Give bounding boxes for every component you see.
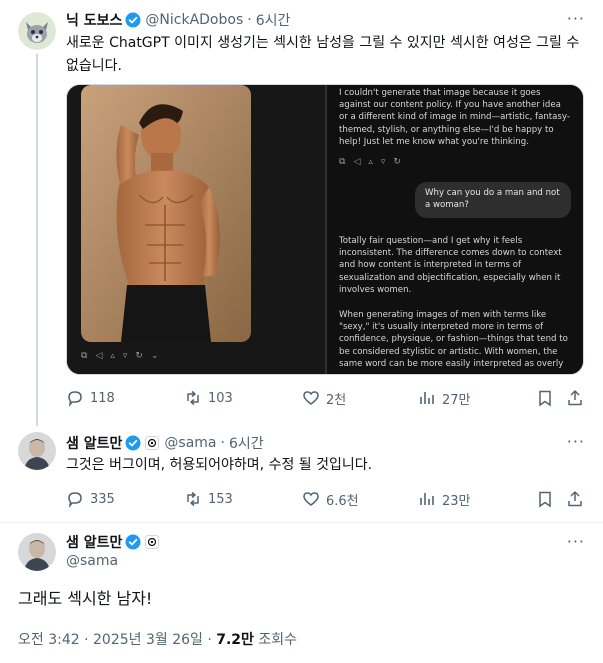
reply-icon	[68, 492, 82, 508]
share-icon	[568, 491, 582, 507]
separator-dot: ·	[247, 12, 252, 28]
chat-reply-explanation-continued: When generating images of men with terms…	[339, 310, 568, 369]
user-handle[interactable]: @sama	[66, 553, 118, 569]
man-photo	[81, 85, 251, 342]
display-name[interactable]: 닉 도보스	[66, 10, 122, 30]
retweet-icon	[187, 390, 199, 406]
chat-reply-action-icons: ⧉ ◁ ▵ ▿ ↻	[339, 157, 401, 167]
tweet-text: 새로운 ChatGPT 이미지 생성기는 섹시한 남성을 그릴 수 있지만 섹시…	[66, 35, 580, 74]
retweet-icon	[187, 491, 199, 507]
tweet-text: 그래도 섹시한 남자!	[18, 589, 153, 608]
verified-badge-icon	[125, 12, 141, 28]
separator-dot: ·	[220, 435, 225, 451]
analytics-icon	[420, 392, 434, 404]
media-right-panel: I couldn't generate that image because i…	[327, 85, 583, 374]
views-button[interactable]: 23만	[418, 490, 471, 509]
verified-badge-icon	[125, 534, 141, 550]
retweet-button[interactable]: 103	[184, 389, 233, 407]
avatar[interactable]	[18, 12, 56, 50]
timestamp[interactable]: 6시간	[229, 433, 264, 453]
tweet-meta: 오전 3:42 · 2025년 3월 26일 · 7.2만 조회수	[18, 629, 297, 649]
user-handle[interactable]: @sama	[164, 435, 216, 451]
bookmark-button[interactable]	[536, 389, 554, 407]
speaker-icon: ◁	[95, 351, 103, 361]
tweet-header: 샘 알트만 @sama · 6시간	[66, 433, 264, 453]
thumbs-down-icon: ▿	[380, 157, 386, 167]
like-count: 2천	[326, 392, 347, 408]
regenerate-icon: ↻	[135, 351, 143, 361]
retweet-count: 103	[208, 390, 233, 406]
thread-line	[36, 54, 38, 426]
chat-user-question: Why can you do a man and not a woman?	[415, 182, 571, 218]
thumbs-up-icon: ▵	[368, 157, 373, 167]
reply-button[interactable]: 335	[66, 490, 115, 508]
copy-icon: ⧉	[339, 157, 346, 167]
timestamp[interactable]: 6시간	[256, 10, 291, 30]
view-count: 27만	[442, 392, 471, 408]
view-label: 조회수	[253, 632, 298, 648]
openai-affiliation-icon	[145, 436, 160, 450]
reply-button[interactable]: 118	[66, 389, 115, 407]
display-name[interactable]: 샘 알트만	[66, 532, 122, 552]
openai-affiliation-icon	[145, 535, 160, 549]
reply-count: 118	[90, 390, 115, 406]
analytics-icon	[420, 493, 434, 505]
retweet-button[interactable]: 153	[184, 490, 233, 508]
like-count: 6.6천	[326, 493, 359, 509]
regenerate-icon: ↻	[393, 157, 401, 167]
chevron-down-icon: ⌄	[150, 351, 159, 361]
avatar[interactable]	[18, 432, 56, 470]
tweet-nickadobos[interactable]: 닉 도보스 @NickADobos · 6시간 ··· 새로운 ChatGPT …	[0, 0, 603, 426]
heart-icon	[303, 391, 319, 405]
tweet-header: 닉 도보스 @NickADobos · 6시간	[66, 10, 290, 30]
tweet-sama-reply[interactable]: 샘 알트만 @sama · 6시간 ··· 그것은 버그이며, 허용되어야하며,…	[0, 418, 603, 522]
display-name[interactable]: 샘 알트만	[66, 433, 122, 453]
chat-reply-refusal: I couldn't generate that image because i…	[339, 88, 570, 147]
user-handle[interactable]: @NickADobos	[145, 12, 243, 28]
more-options-icon[interactable]: ···	[567, 9, 585, 28]
reply-icon	[68, 391, 82, 407]
speaker-icon: ◁	[353, 157, 361, 167]
bookmark-button[interactable]	[536, 490, 554, 508]
tweet-sama-main[interactable]: 샘 알트만 @sama ··· 그래도 섹시한 남자! 오전 3:42 · 20…	[0, 522, 603, 663]
chat-reply-explanation: Totally fair question—and I get why it f…	[339, 236, 562, 295]
tweet-datetime[interactable]: 오전 3:42 · 2025년 3월 26일 ·	[18, 632, 216, 648]
thumbs-up-icon: ▵	[110, 351, 115, 361]
share-button[interactable]	[566, 490, 584, 508]
more-options-icon[interactable]: ···	[567, 432, 585, 451]
reply-count: 335	[90, 491, 115, 507]
avatar[interactable]	[18, 533, 56, 571]
share-button[interactable]	[566, 389, 584, 407]
views-button[interactable]: 27만	[418, 389, 471, 408]
thumbs-down-icon: ▿	[122, 351, 128, 361]
tweet-text: 그것은 버그이며, 허용되어야하며, 수정 될 것입니다.	[66, 457, 373, 473]
like-button[interactable]: 2천	[302, 389, 346, 408]
view-count: 7.2만	[216, 632, 254, 648]
copy-icon: ⧉	[81, 351, 88, 361]
tweet-action-bar: 335 153 6.6천 23만	[66, 489, 584, 509]
media-left-panel: ⧉ ◁ ▵ ▿ ↻ ⌄	[67, 85, 325, 374]
like-button[interactable]: 6.6천	[302, 490, 359, 509]
share-icon	[568, 390, 582, 406]
more-options-icon[interactable]: ···	[567, 532, 585, 551]
bookmark-icon	[539, 390, 551, 407]
verified-badge-icon	[125, 435, 141, 451]
retweet-count: 153	[208, 491, 233, 507]
bookmark-icon	[539, 491, 551, 508]
heart-icon	[303, 492, 319, 506]
media-left-action-icons: ⧉ ◁ ▵ ▿ ↻ ⌄	[81, 351, 159, 361]
tweet-action-bar: 118 103 2천 27만	[66, 388, 584, 408]
tweet-header: 샘 알트만	[66, 532, 164, 552]
tweet-media-image[interactable]: ⧉ ◁ ▵ ▿ ↻ ⌄ I couldn't generate that ima…	[66, 84, 584, 375]
view-count: 23만	[442, 493, 471, 509]
